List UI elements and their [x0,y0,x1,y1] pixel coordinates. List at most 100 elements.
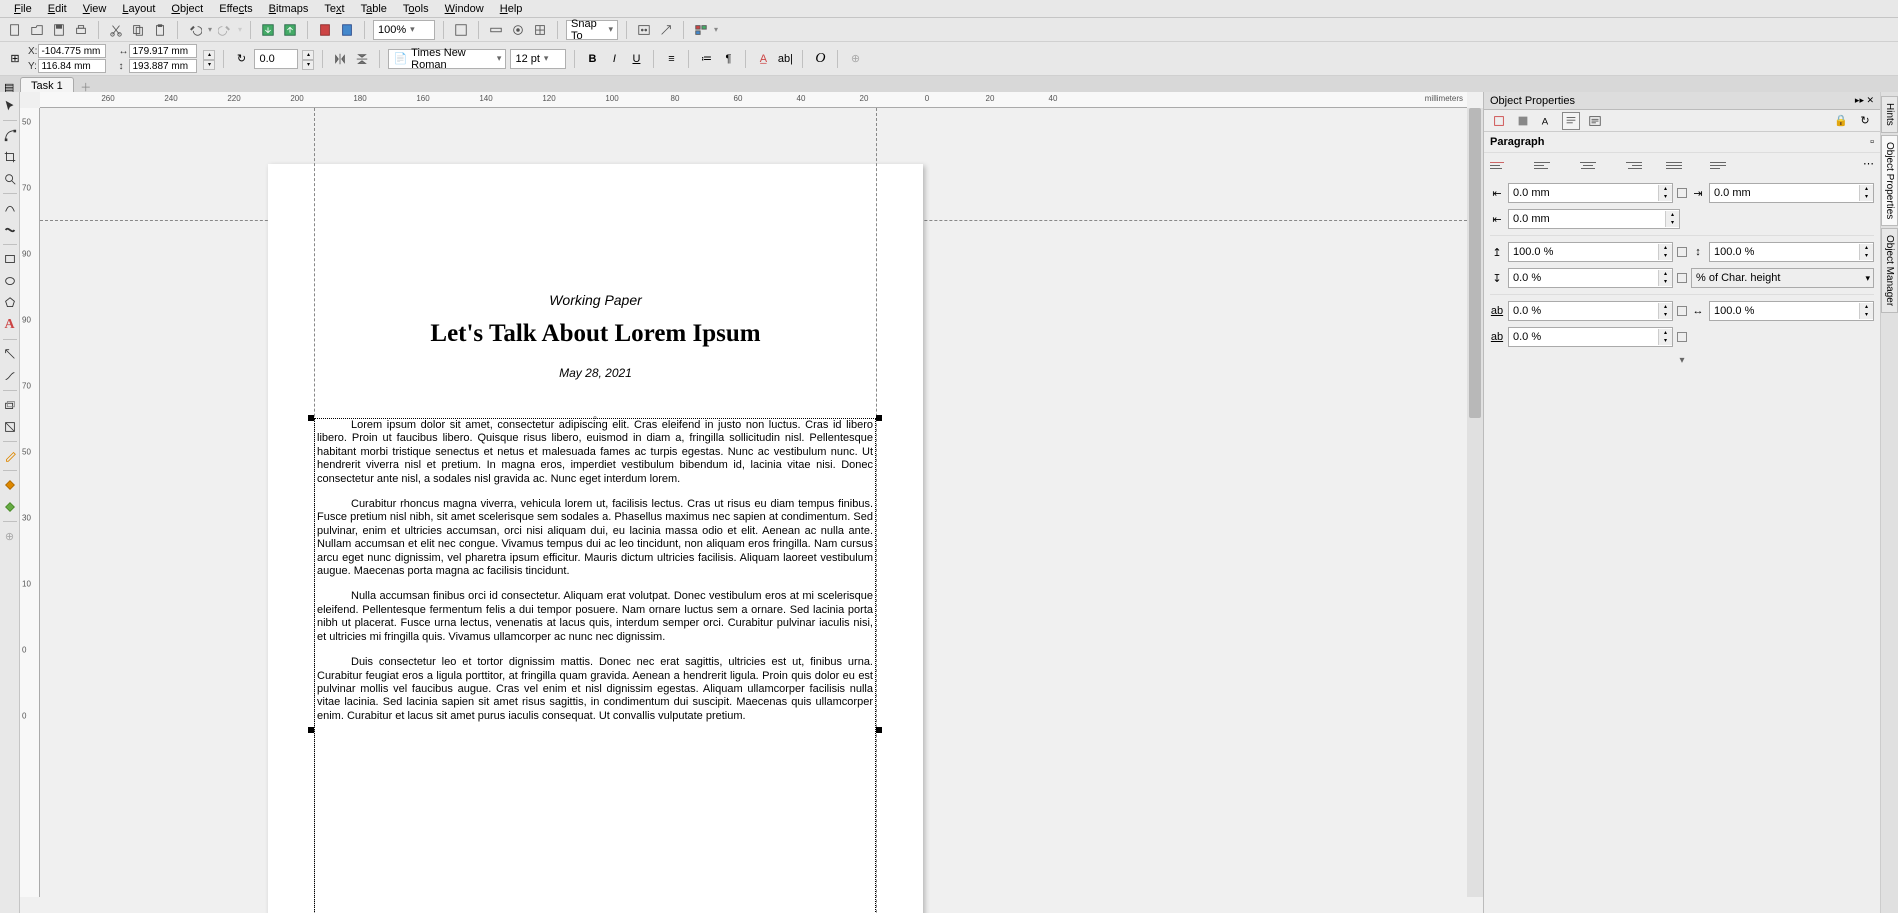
align-none-icon[interactable] [1490,157,1510,173]
mirror-h-icon[interactable] [331,50,349,68]
fill-tool-icon[interactable] [2,477,18,493]
open-icon[interactable] [28,21,46,39]
char-space-input[interactable] [1509,302,1658,320]
eyedropper-tool-icon[interactable] [2,448,18,464]
mirror-v-icon[interactable] [353,50,371,68]
zoom-tool-icon[interactable] [2,171,18,187]
show-grid-icon[interactable] [509,21,527,39]
launch-icon[interactable] [657,21,675,39]
align-more-icon[interactable]: ⋯ [1863,157,1874,173]
indent-right-input[interactable] [1710,184,1859,202]
redo-icon[interactable] [216,21,234,39]
copy-icon[interactable] [129,21,147,39]
menu-window[interactable]: Window [437,1,492,17]
align-right-icon[interactable] [1622,157,1642,173]
text-tool-icon[interactable]: A [2,317,18,333]
tab-object-properties[interactable]: Object Properties [1881,135,1898,226]
char-tab-icon[interactable]: A [1538,112,1556,130]
space-after-input[interactable] [1509,269,1658,287]
apply-icon[interactable]: ↻ [1856,112,1874,130]
show-guides-icon[interactable] [531,21,549,39]
options-icon[interactable] [635,21,653,39]
x-input[interactable] [38,44,106,58]
expand-section-icon[interactable]: ▾ [1490,353,1874,368]
connector-tool-icon[interactable] [2,368,18,384]
menu-table[interactable]: Table [353,1,395,17]
font-size-combo[interactable]: 12 pt [510,49,566,69]
y-input[interactable] [38,59,106,73]
indent-left-input[interactable] [1509,184,1658,202]
publish-pdf-icon[interactable] [316,21,334,39]
export-icon[interactable] [281,21,299,39]
edit-text-icon[interactable]: ab| [776,50,794,68]
underline-icon[interactable]: U [627,50,645,68]
shape-tool-icon[interactable] [2,127,18,143]
line-space-input[interactable] [1710,243,1859,261]
save-icon[interactable] [50,21,68,39]
paragraph-tab-icon[interactable] [1562,112,1580,130]
menu-text[interactable]: Text [316,1,352,17]
horizontal-ruler[interactable]: millimeters 2602402202001801601401201008… [40,92,1467,108]
align-force-justify-icon[interactable] [1710,157,1730,173]
section-header[interactable]: Paragraph ▫ [1484,132,1880,153]
artistic-media-icon[interactable] [2,222,18,238]
lang-space-input[interactable] [1509,328,1658,346]
section-collapse-icon[interactable]: ▫ [1870,136,1874,148]
docker-collapse-icon[interactable]: ▸▸ ✕ [1855,95,1874,106]
angle-input[interactable]: 0.0 [254,49,298,69]
menu-edit[interactable]: Edit [40,1,75,17]
vertical-scrollbar[interactable]: ▴ [1467,108,1483,897]
bold-icon[interactable]: B [583,50,601,68]
menu-view[interactable]: View [75,1,115,17]
grid-origin-icon[interactable]: ⊞ [6,50,24,68]
import-icon[interactable] [259,21,277,39]
align-center-icon[interactable] [1578,157,1598,173]
rectangle-tool-icon[interactable] [2,251,18,267]
tab-hints[interactable]: Hints [1881,96,1898,133]
text-props-icon[interactable]: A̲ [754,50,772,68]
dropcap-icon[interactable]: ¶ [719,50,737,68]
menu-tools[interactable]: Tools [395,1,437,17]
menu-bitmaps[interactable]: Bitmaps [261,1,317,17]
text-options-icon[interactable]: O [811,50,829,68]
width-input[interactable] [129,44,197,58]
lock-spacing-icon[interactable] [1677,247,1687,257]
new-icon[interactable] [6,21,24,39]
app-launcher-icon[interactable] [692,21,710,39]
align-justify-icon[interactable] [1666,157,1686,173]
menu-file[interactable]: File [6,1,40,17]
smart-fill-icon[interactable] [2,499,18,515]
outline-tab-icon[interactable] [1490,112,1508,130]
word-space-input[interactable] [1710,302,1859,320]
drawing-canvas[interactable]: Working Paper Let's Talk About Lorem Ips… [40,108,1467,897]
print-icon[interactable] [72,21,90,39]
snap-combo[interactable]: Snap To [566,20,618,40]
italic-icon[interactable]: I [605,50,623,68]
fill-tab-icon[interactable] [1514,112,1532,130]
pick-tool-icon[interactable] [2,98,18,114]
space-before-input[interactable] [1509,243,1658,261]
vertical-ruler[interactable]: 507090907050301000 [20,108,40,897]
fullscreen-icon[interactable] [452,21,470,39]
show-rulers-icon[interactable] [487,21,505,39]
menu-object[interactable]: Object [163,1,211,17]
expand-toolbox-icon[interactable]: ⊕ [2,528,18,544]
align-left-icon[interactable] [1534,157,1554,173]
effects-tool-icon[interactable] [2,397,18,413]
height-input[interactable] [129,59,197,73]
bullets-icon[interactable]: ≔ [697,50,715,68]
polygon-tool-icon[interactable] [2,295,18,311]
align-icon[interactable]: ≡ [662,50,680,68]
paste-icon[interactable] [151,21,169,39]
zoom-combo[interactable]: 100% [373,20,435,40]
indent-first-input[interactable] [1509,210,1665,228]
menu-help[interactable]: Help [492,1,531,17]
line-unit-combo[interactable] [1692,269,1862,287]
crop-tool-icon[interactable] [2,149,18,165]
menu-effects[interactable]: Effects [211,1,260,17]
apply-lock-icon[interactable]: 🔒 [1832,112,1850,130]
text-frame[interactable]: ▫ Lorem ipsum dolor sit amet, consectetu… [314,418,876,913]
lock-indent-icon[interactable] [1677,188,1687,198]
font-combo[interactable]: 📄Times New Roman [388,49,506,69]
publish-html-icon[interactable] [338,21,356,39]
